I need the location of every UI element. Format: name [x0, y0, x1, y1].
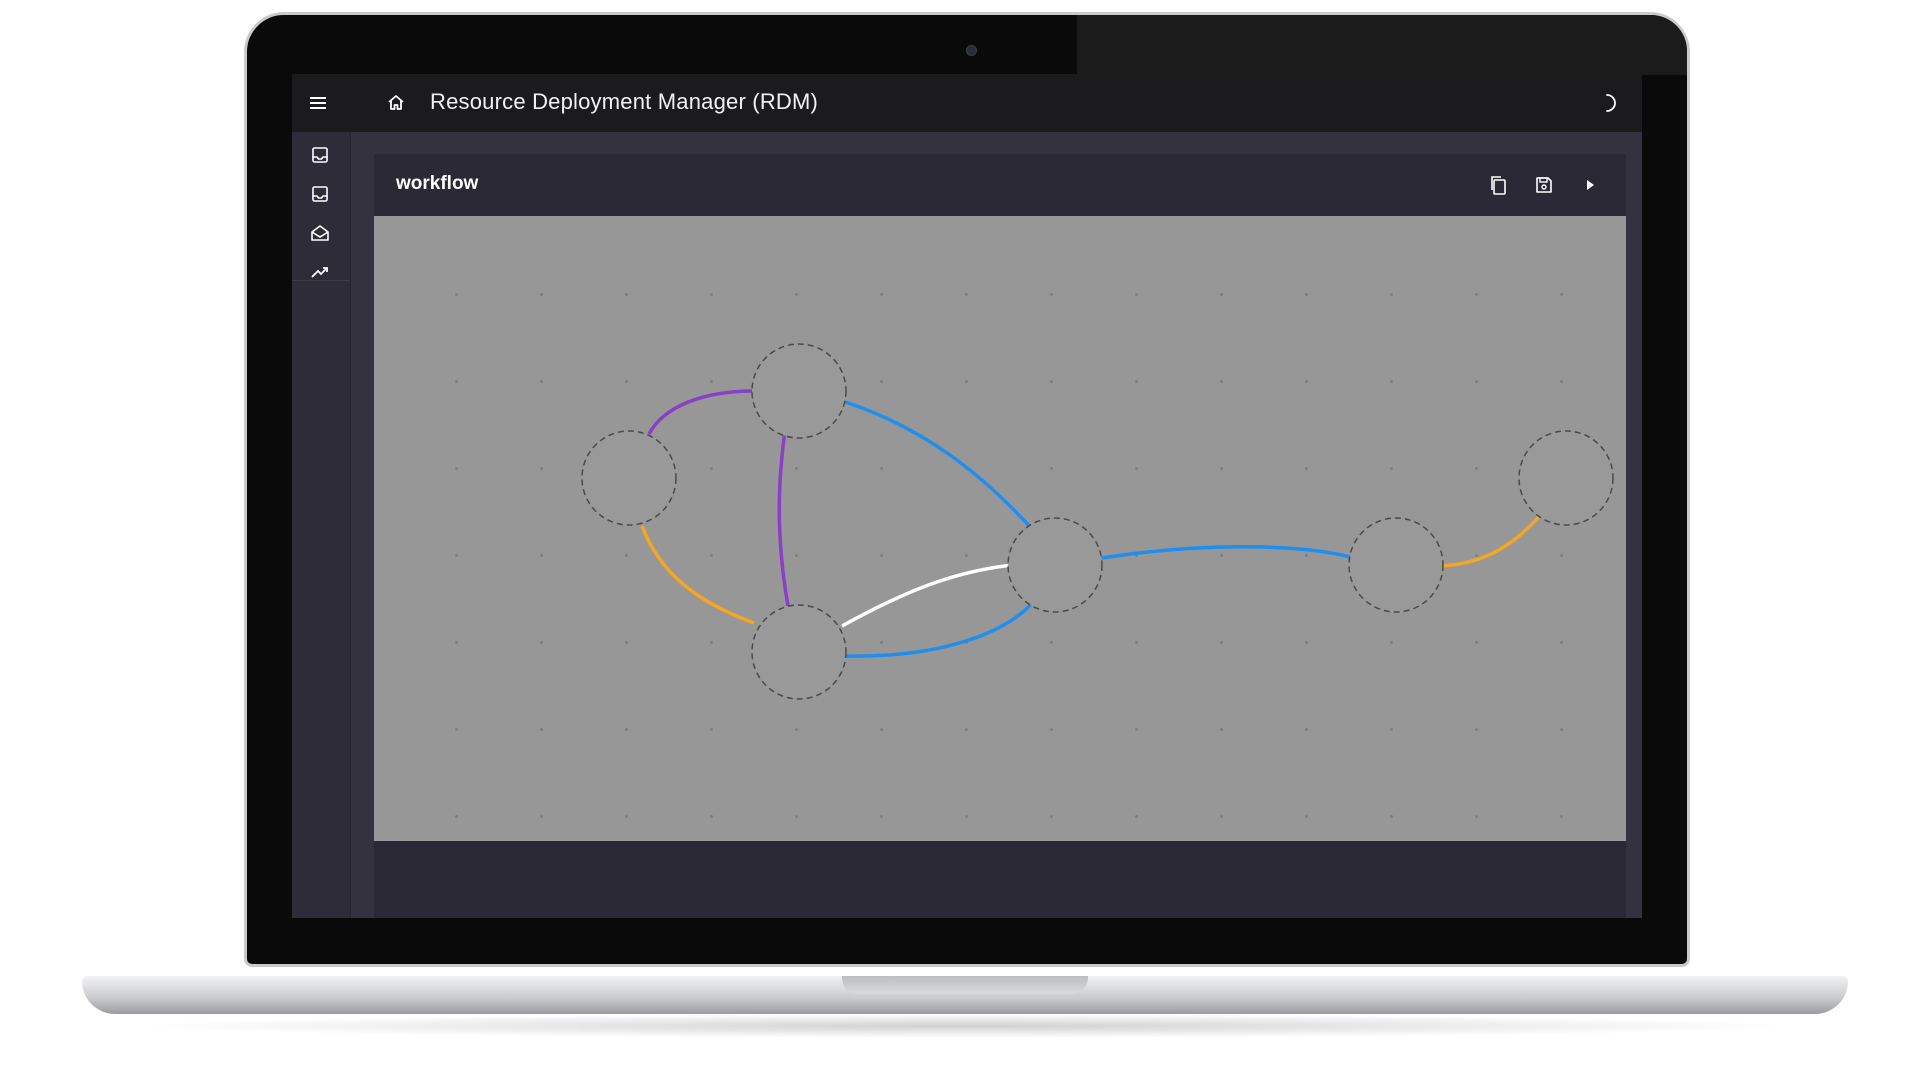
workflow-panel: workflow [374, 154, 1626, 918]
laptop-base [82, 976, 1848, 1014]
home-icon[interactable] [384, 91, 408, 115]
copy-icon[interactable] [1486, 173, 1510, 197]
camera [966, 45, 977, 56]
edge-b-d[interactable] [835, 397, 1036, 533]
graph-node[interactable] [581, 430, 677, 526]
app-screen: Resource Deployment Manager (RDM) workfl… [292, 74, 1642, 918]
graph-node[interactable] [751, 604, 847, 700]
workflow-canvas[interactable] [374, 216, 1626, 841]
graph-node[interactable] [1007, 517, 1103, 613]
panel-title: workflow [396, 173, 479, 194]
edge-a-b[interactable] [647, 389, 755, 435]
edge-e-f[interactable] [1439, 509, 1546, 568]
edge-c-d-white[interactable] [841, 562, 1023, 628]
play-icon[interactable] [1578, 173, 1602, 197]
inbox-icon[interactable] [308, 143, 332, 167]
open-mail-icon[interactable] [308, 221, 332, 245]
lid-glare [1077, 15, 1687, 75]
base-shadow [130, 1014, 1800, 1038]
moon-icon[interactable] [1597, 91, 1621, 115]
top-app-bar: Resource Deployment Manager (RDM) [292, 74, 1642, 132]
app-title: Resource Deployment Manager (RDM) [430, 89, 819, 114]
inbox-icon[interactable] [308, 182, 332, 206]
graph-node[interactable] [751, 343, 847, 439]
edge-d-e[interactable] [1101, 545, 1355, 560]
base-notch [842, 976, 1088, 994]
panel-header: workflow [374, 154, 1626, 216]
graph-node[interactable] [1518, 430, 1614, 526]
graph-node[interactable] [1348, 517, 1444, 613]
sidebar [292, 132, 351, 918]
edge-b-c[interactable] [777, 410, 790, 607]
save-icon[interactable] [1532, 173, 1556, 197]
trending-up-icon[interactable] [308, 260, 332, 284]
workflow-graph [581, 343, 1614, 700]
edge-a-c[interactable] [640, 525, 755, 625]
menu-icon[interactable] [306, 91, 330, 115]
